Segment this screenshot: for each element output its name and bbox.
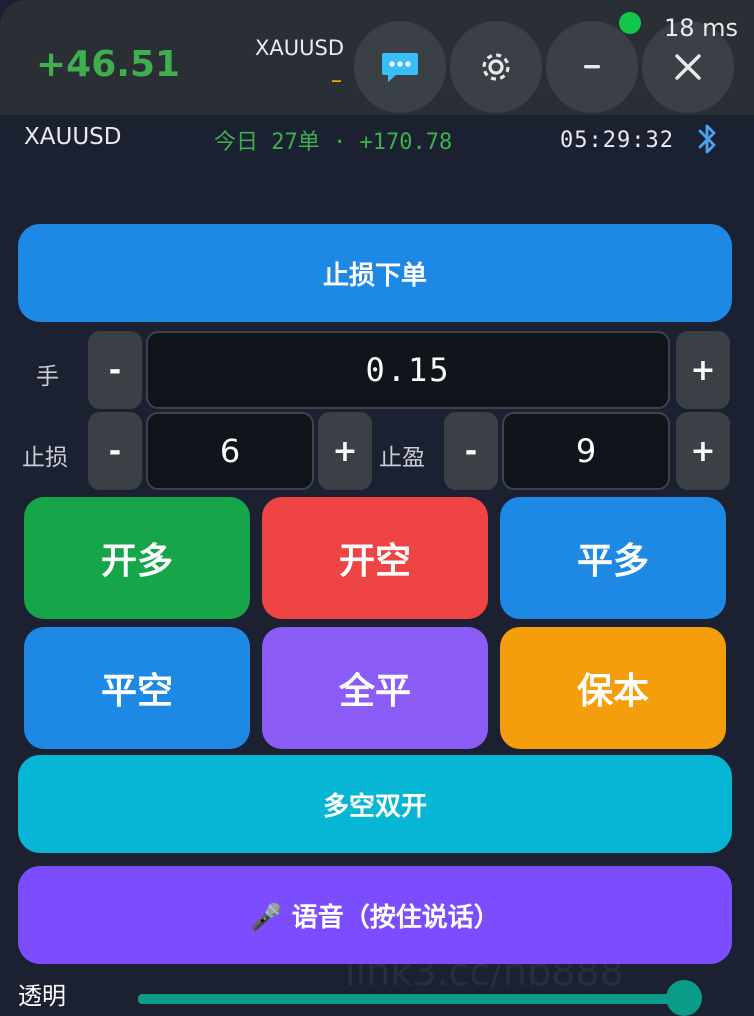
close-all-button[interactable]: 全平	[262, 627, 488, 749]
gear-icon	[482, 53, 510, 81]
settings-button[interactable]	[450, 21, 542, 113]
symbol-name: XAUUSD	[24, 124, 122, 150]
clock: 05:29:32	[560, 128, 674, 153]
stop-loss-input[interactable]: 6	[146, 412, 314, 490]
take-profit-label: 止盈	[379, 445, 425, 471]
bluetooth-icon	[698, 124, 716, 154]
lots-label: 手	[36, 364, 59, 390]
lots-plus-button[interactable]: +	[676, 331, 730, 409]
connection-status-dot	[619, 12, 641, 34]
chat-button[interactable]	[354, 21, 446, 113]
lots-input[interactable]: 0.15	[146, 331, 670, 409]
symbol-indicator: _	[332, 62, 341, 83]
latency-label: 18 ms	[664, 14, 739, 42]
take-profit-minus-button[interactable]: -	[444, 412, 498, 490]
chat-icon	[382, 53, 418, 82]
take-profit-input[interactable]: 9	[502, 412, 670, 490]
lots-value: 0.15	[365, 351, 451, 389]
floating-pnl: +46.51	[36, 44, 181, 85]
open-long-button[interactable]: 开多	[24, 497, 250, 619]
stop-loss-label: 止损	[22, 445, 68, 471]
close-long-button[interactable]: 平多	[500, 497, 726, 619]
minimize-button[interactable]	[546, 21, 638, 113]
break-even-button[interactable]: 保本	[500, 627, 726, 749]
close-icon	[675, 54, 701, 80]
hedge-open-label: 多空双开	[322, 791, 427, 822]
open-short-button[interactable]: 开空	[262, 497, 488, 619]
voice-label: 🎤 语音（按住说话）	[250, 902, 500, 933]
voice-button[interactable]: 🎤 语音（按住说话）	[18, 866, 732, 964]
today-stats: 今日 27单 · +170.78	[214, 130, 453, 155]
take-profit-value: 9	[575, 432, 597, 470]
opacity-label: 透明	[18, 982, 66, 1010]
stop-loss-plus-button[interactable]: +	[318, 412, 372, 490]
opacity-slider-track[interactable]	[138, 994, 698, 1004]
take-profit-plus-button[interactable]: +	[676, 412, 730, 490]
stop-loss-value: 6	[219, 432, 241, 470]
close-short-button[interactable]: 平空	[24, 627, 250, 749]
lots-minus-button[interactable]: -	[88, 331, 142, 409]
symbol-label: XAUUSD	[255, 36, 344, 60]
stop-loss-minus-button[interactable]: -	[88, 412, 142, 490]
opacity-slider-thumb[interactable]	[666, 980, 702, 1016]
hedge-open-button[interactable]: 多空双开	[18, 755, 732, 853]
stop-loss-order-button[interactable]: 止损下单	[18, 224, 732, 322]
stop-loss-order-label: 止损下单	[322, 260, 427, 291]
minus-icon	[584, 65, 600, 69]
